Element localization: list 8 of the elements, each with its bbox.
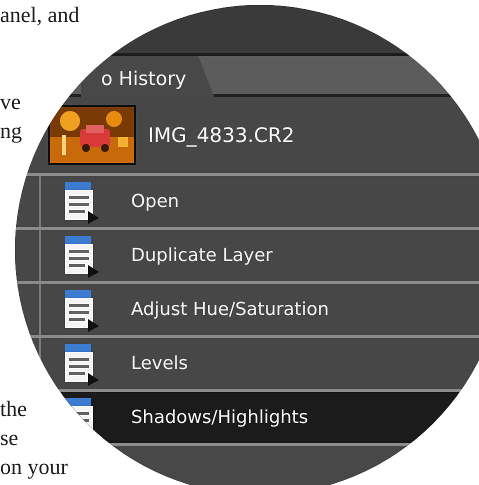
body-text: se <box>0 424 18 452</box>
body-text: anel, and <box>0 1 80 29</box>
body-text: the <box>0 395 27 423</box>
history-tab[interactable]: o History <box>81 56 214 97</box>
body-text: ng <box>0 117 22 145</box>
snapshot-name: IMG_4833.CR2 <box>148 123 294 147</box>
body-text: ve <box>0 88 21 116</box>
body-text: on your <box>0 453 68 481</box>
